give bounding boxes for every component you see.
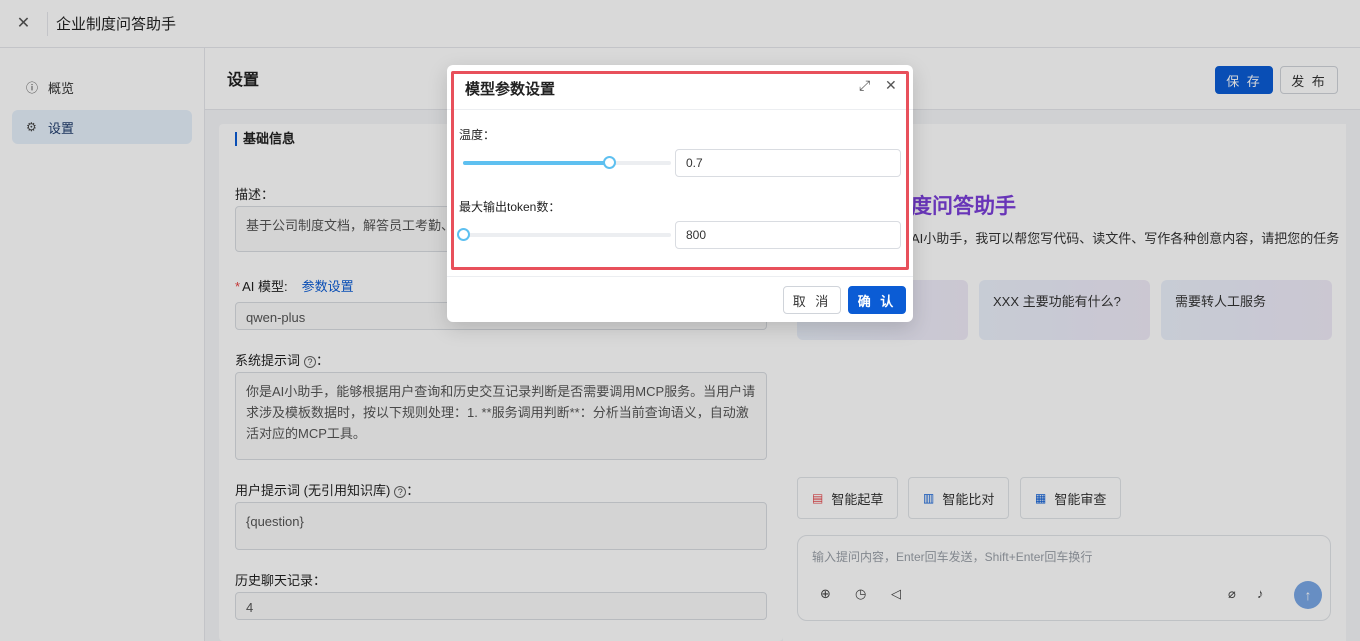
confirm-button[interactable]: 确 认	[848, 286, 906, 314]
slider-fill	[463, 161, 609, 165]
close-icon[interactable]: ✕	[885, 77, 897, 94]
cancel-button[interactable]: 取 消	[783, 286, 841, 314]
max-tokens-label: 最大输出token数：	[459, 200, 561, 214]
temperature-input[interactable]: 0.7	[675, 149, 901, 177]
max-tokens-input[interactable]: 800	[675, 221, 901, 249]
fullscreen-icon[interactable]: ⤢	[859, 77, 870, 94]
dialog-footer: 取 消 确 认	[447, 276, 913, 322]
slider-handle[interactable]	[602, 156, 616, 169]
dialog-header: 模型参数设置 ⤢ ✕	[447, 65, 913, 110]
max-tokens-slider[interactable]	[457, 228, 671, 241]
temperature-slider[interactable]	[463, 156, 671, 169]
dialog-title: 模型参数设置	[465, 81, 556, 98]
model-params-dialog: 模型参数设置 ⤢ ✕ 温度： 0.7 最大输出token数： 800 取 消 确…	[447, 65, 913, 322]
temperature-label: 温度：	[459, 128, 496, 142]
slider-handle[interactable]	[457, 228, 470, 241]
